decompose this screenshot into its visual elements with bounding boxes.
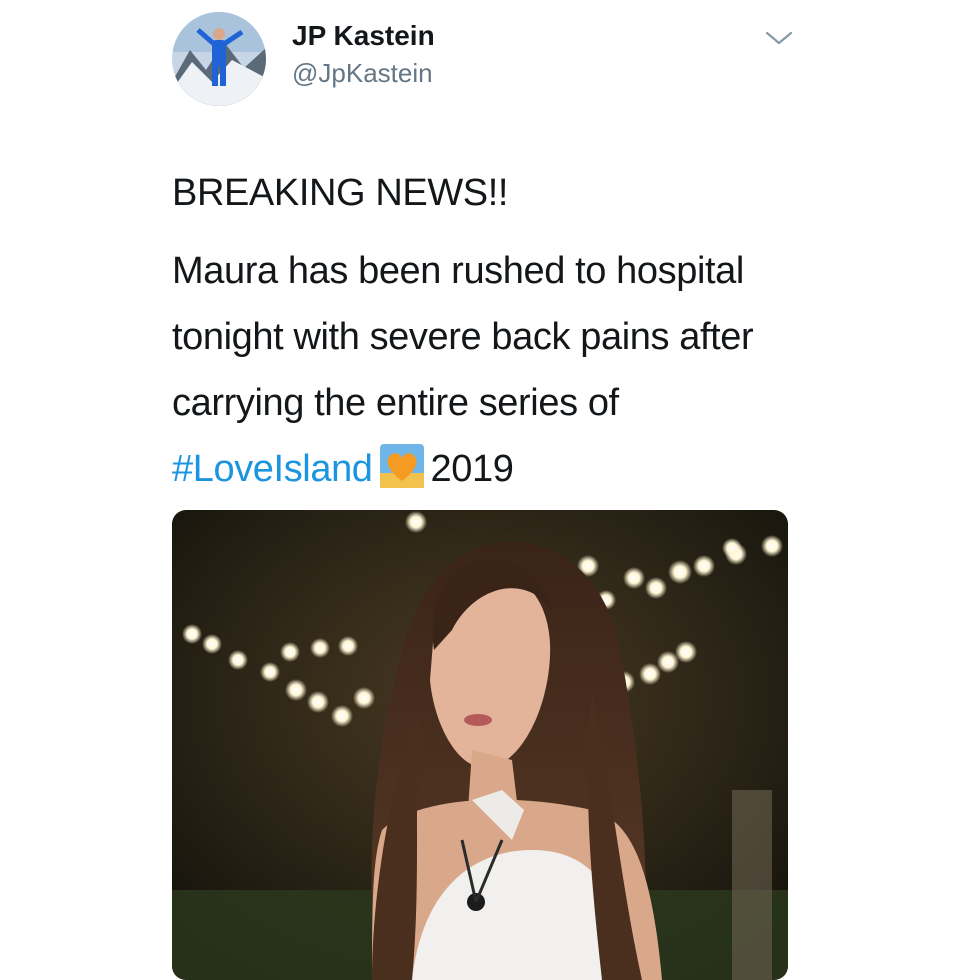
user-handle[interactable]: @JpKastein: [292, 58, 433, 89]
tweet-headline: BREAKING NEWS!!: [172, 172, 509, 214]
tweet-body-year: 2019: [430, 448, 514, 490]
chevron-down-icon[interactable]: [764, 28, 794, 48]
display-name[interactable]: JP Kastein: [292, 20, 435, 52]
tweet-photo[interactable]: [172, 510, 788, 980]
hashtag-link[interactable]: #LoveIsland: [172, 448, 373, 490]
tweet-body-text: Maura has been rushed to hospital tonigh…: [172, 250, 754, 424]
orange-heart-emoji-icon: [379, 443, 425, 489]
tweet-text: BREAKING NEWS!! Maura has been rushed to…: [172, 160, 812, 502]
avatar[interactable]: [172, 12, 266, 106]
tweet-body: Maura has been rushed to hospital tonigh…: [172, 238, 812, 502]
